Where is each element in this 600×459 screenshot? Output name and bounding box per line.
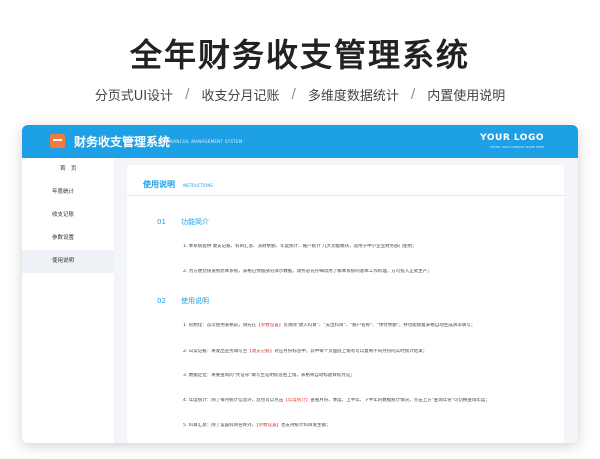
section-title: 功能简介 bbox=[181, 218, 209, 226]
brand-logo: YOUR LOGO bbox=[480, 133, 544, 143]
text: 1. 初始化：首次使用表格前，请先在 bbox=[183, 323, 257, 328]
text: 查看月份、季度、上半年、下半年的数据统计情况，点击上方"查询年份"可切换查询年度… bbox=[310, 398, 490, 403]
text: 5. 科目汇总：除了设置科目名称外， bbox=[183, 423, 257, 428]
section-title: 使用说明 bbox=[181, 297, 209, 305]
app-header: 财务收支管理系统 FINANCIAL MANAGEMENT SYSTEM YOU… bbox=[22, 125, 578, 158]
text: 对应月份标签中，其中每个页面底上角有可以复制不同月份的实时统计结束； bbox=[274, 349, 428, 354]
highlight-link[interactable]: 【收支记账】 bbox=[247, 349, 274, 354]
sidebar-item-bookkeeping[interactable]: 收支记账 bbox=[22, 204, 114, 227]
content-title: 使用说明 bbox=[143, 180, 175, 189]
text: 3. 数据定位：将要查询的"凭证号"填写至证明标签右上角，表格将自动标题目标凭证… bbox=[183, 373, 355, 378]
app-subtitle: FINANCIAL MANAGEMENT SYSTEM bbox=[166, 139, 243, 144]
text: 4. 年度统计：除了每月统计信息外，您也可以点击 bbox=[183, 398, 284, 403]
section-number: 02 bbox=[157, 297, 166, 305]
paragraph: 5. 科目汇总：除了设置科目名称外，【参数设置】也支持统计科目发生额； bbox=[183, 423, 555, 429]
highlight-link[interactable]: 【参数设置】 bbox=[256, 423, 281, 428]
paragraph: 2. 为方便您快速熟悉本系统，表格已预留部分演示数据，请务必先仔细试用了解本系统… bbox=[183, 269, 432, 274]
section-heading: 02 使用说明 bbox=[157, 296, 209, 306]
app-title: 财务收支管理系统 bbox=[74, 135, 171, 149]
content-header: 使用说明 INSTRUCTIONS bbox=[143, 179, 213, 190]
content-title-en: INSTRUCTIONS bbox=[183, 183, 213, 188]
feature-item: 内置使用说明 bbox=[427, 89, 506, 104]
feature-item: 多维度数据统计 bbox=[307, 89, 399, 104]
text: 页清除"收入科目"、"支出科目"、"账户名称"、"预付余额"，并也能接着表格自动… bbox=[283, 323, 476, 328]
sidebar-item-home[interactable]: 首 页 bbox=[22, 158, 114, 181]
paragraph: 3. 数据定位：将要查询的"凭证号"填写至证明标签右上角，表格将自动标题目标凭证… bbox=[183, 373, 555, 379]
content-panel: 使用说明 INSTRUCTIONS 01 功能简介 1. 本系统提供 收支记账、… bbox=[127, 165, 564, 443]
brand-subtext: ENTER YOUR COMPANY NAME HERE bbox=[490, 145, 544, 149]
highlight-link[interactable]: 【参数设置】 bbox=[256, 323, 283, 328]
feature-item: 收支分月记账 bbox=[201, 89, 280, 104]
text: 2. 日常记账：将发出业务填写至 bbox=[183, 349, 248, 354]
paragraph: 1. 本系统提供 收支记账、科目汇总、派财余额、年度统计、账户统计 几大功能模块… bbox=[183, 244, 417, 249]
page-hero-title: 全年财务收支管理系统 bbox=[129, 36, 470, 74]
feature-item: 分页式UI设计 bbox=[94, 89, 174, 104]
paragraph: 2. 日常记账：将发出业务填写至【收支记账】对应月份标签中，其中每个页面底上角有… bbox=[183, 349, 555, 355]
paragraph: 1. 初始化：首次使用表格前，请先在【参数设置】页清除"收入科目"、"支出科目"… bbox=[183, 323, 555, 329]
sidebar-nav: 首 页 年度统计 收支记账 参数设置 使用说明 bbox=[22, 158, 114, 443]
content-divider bbox=[127, 195, 564, 196]
app-window: 财务收支管理系统 FINANCIAL MANAGEMENT SYSTEM YOU… bbox=[22, 125, 578, 443]
section-heading: 01 功能简介 bbox=[157, 217, 209, 227]
sidebar-item-settings[interactable]: 参数设置 bbox=[22, 227, 114, 250]
feature-separator: / bbox=[185, 87, 190, 102]
feature-separator: / bbox=[291, 87, 296, 102]
highlight-link[interactable]: 【年度统计】 bbox=[283, 398, 310, 403]
feature-list: 分页式UI设计 / 收支分月记账 / 多维度数据统计 / 内置使用说明 bbox=[0, 85, 600, 104]
text: 也支持统计科目发生额； bbox=[280, 423, 331, 428]
paragraph: 4. 年度统计：除了每月统计信息外，您也可以点击【年度统计】查看月份、季度、上半… bbox=[183, 398, 555, 404]
sidebar-item-instructions[interactable]: 使用说明 bbox=[22, 250, 114, 273]
sidebar-item-annual-stats[interactable]: 年度统计 bbox=[22, 181, 114, 204]
feature-separator: / bbox=[410, 87, 416, 102]
app-logo-icon bbox=[50, 134, 65, 148]
section-number: 01 bbox=[157, 218, 166, 226]
